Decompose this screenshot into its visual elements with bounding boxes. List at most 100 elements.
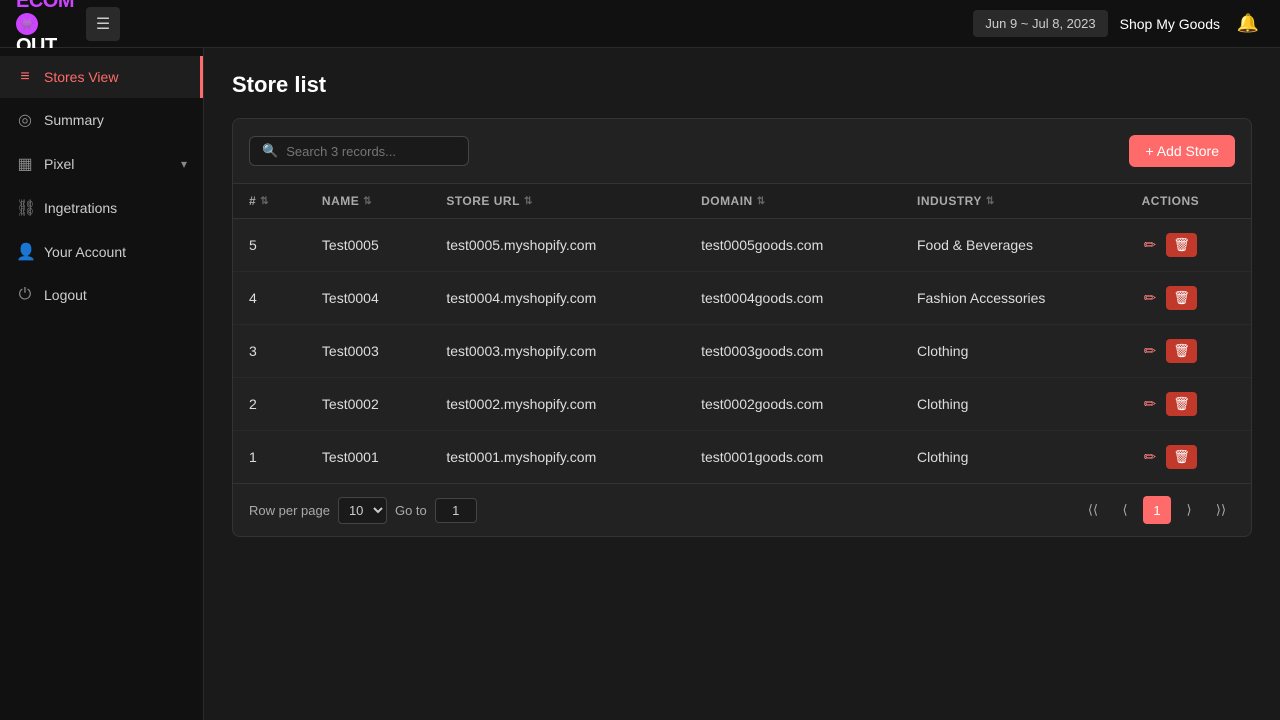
table-row: 5 Test0005 test0005.myshopify.com test00… (233, 219, 1251, 272)
chevron-down-icon: ▾ (181, 157, 187, 171)
pixel-icon: ▦ (16, 154, 34, 174)
pagination-row: Row per page 10 20 50 Go to ⟨⟨ ⟨ 1 ⟩ ⟩⟩ (233, 483, 1251, 536)
sidebar-item-ingetrations[interactable]: ⛓ Ingetrations (0, 186, 203, 230)
cell-actions: ✏ 🗑 (1126, 272, 1251, 325)
cell-store-url: test0005.myshopify.com (430, 219, 685, 272)
edit-button[interactable]: ✏ (1142, 393, 1159, 415)
cell-num: 5 (233, 219, 306, 272)
prev-page-button[interactable]: ⟨ (1111, 496, 1139, 524)
shop-name: Shop My Goods (1120, 16, 1220, 32)
cell-domain: test0002goods.com (685, 378, 901, 431)
cell-actions: ✏ 🗑 (1126, 378, 1251, 431)
col-header-num[interactable]: # ⇅ (233, 184, 306, 219)
next-page-button[interactable]: ⟩ (1175, 496, 1203, 524)
store-list-card: 🔍 + Add Store # ⇅ (232, 118, 1252, 537)
notification-bell-button[interactable]: 🔔 (1232, 8, 1264, 40)
logout-icon: ⏻ (16, 286, 34, 304)
col-header-store-url[interactable]: STORE URL ⇅ (430, 184, 685, 219)
sidebar: ≡ Stores View ◎ Summary ▦ Pixel ▾ ⛓ Inge… (0, 48, 204, 720)
your-account-icon: 👤 (16, 242, 34, 262)
topbar: ECOM👾OUT ☰ Jun 9 ~ Jul 8, 2023 Shop My G… (0, 0, 1280, 48)
sidebar-label-ingetrations: Ingetrations (44, 200, 187, 216)
search-box[interactable]: 🔍 (249, 136, 469, 166)
pagination-right: ⟨⟨ ⟨ 1 ⟩ ⟩⟩ (1079, 496, 1235, 524)
col-header-actions: ACTIONS (1126, 184, 1251, 219)
stores-table: # ⇅ NAME ⇅ STORE URL (233, 183, 1251, 483)
delete-button[interactable]: 🗑 (1166, 286, 1197, 310)
layout: ≡ Stores View ◎ Summary ▦ Pixel ▾ ⛓ Inge… (0, 48, 1280, 720)
table-row: 1 Test0001 test0001.myshopify.com test00… (233, 431, 1251, 484)
goto-label: Go to (395, 503, 427, 518)
logo-ecom: ECOM (16, 0, 74, 12)
cell-store-url: test0004.myshopify.com (430, 272, 685, 325)
cell-name: Test0003 (306, 325, 430, 378)
page-title: Store list (232, 72, 1252, 98)
ingetrations-icon: ⛓ (16, 198, 34, 218)
table-toolbar: 🔍 + Add Store (233, 119, 1251, 183)
edit-button[interactable]: ✏ (1142, 446, 1159, 468)
add-store-button[interactable]: + Add Store (1129, 135, 1235, 167)
sort-icon-num: ⇅ (260, 196, 269, 207)
stores-view-icon: ≡ (16, 68, 34, 86)
cell-num: 1 (233, 431, 306, 484)
pagination-left: Row per page 10 20 50 Go to (249, 497, 477, 524)
topbar-right: Jun 9 ~ Jul 8, 2023 Shop My Goods 🔔 (973, 8, 1264, 40)
sidebar-item-summary[interactable]: ◎ Summary (0, 98, 203, 142)
cell-name: Test0004 (306, 272, 430, 325)
edit-button[interactable]: ✏ (1142, 340, 1159, 362)
sidebar-item-logout[interactable]: ⏻ Logout (0, 274, 203, 316)
cell-store-url: test0003.myshopify.com (430, 325, 685, 378)
sort-icon-name: ⇅ (363, 196, 372, 207)
rows-per-page-select[interactable]: 10 20 50 (338, 497, 387, 524)
first-page-button[interactable]: ⟨⟨ (1079, 496, 1107, 524)
sort-icon-domain: ⇅ (757, 196, 766, 207)
last-page-button[interactable]: ⟩⟩ (1207, 496, 1235, 524)
menu-toggle-button[interactable]: ☰ (86, 7, 120, 41)
table-row: 3 Test0003 test0003.myshopify.com test00… (233, 325, 1251, 378)
cell-name: Test0002 (306, 378, 430, 431)
cell-store-url: test0002.myshopify.com (430, 378, 685, 431)
cell-domain: test0003goods.com (685, 325, 901, 378)
sidebar-item-your-account[interactable]: 👤 Your Account (0, 230, 203, 274)
cell-domain: test0001goods.com (685, 431, 901, 484)
search-input[interactable] (286, 144, 456, 159)
table-header-row: # ⇅ NAME ⇅ STORE URL (233, 184, 1251, 219)
edit-button[interactable]: ✏ (1142, 287, 1159, 309)
delete-button[interactable]: 🗑 (1166, 339, 1197, 363)
cell-industry: Clothing (901, 325, 1126, 378)
col-header-domain[interactable]: DOMAIN ⇅ (685, 184, 901, 219)
sidebar-label-your-account: Your Account (44, 244, 187, 260)
sidebar-label-pixel: Pixel (44, 156, 171, 172)
sidebar-label-summary: Summary (44, 112, 187, 128)
sidebar-label-logout: Logout (44, 287, 187, 303)
cell-industry: Clothing (901, 378, 1126, 431)
cell-num: 3 (233, 325, 306, 378)
cell-name: Test0005 (306, 219, 430, 272)
summary-icon: ◎ (16, 110, 34, 130)
cell-name: Test0001 (306, 431, 430, 484)
goto-input[interactable] (435, 498, 477, 523)
cell-actions: ✏ 🗑 (1126, 431, 1251, 484)
rows-per-page-label: Row per page (249, 503, 330, 518)
sidebar-item-pixel[interactable]: ▦ Pixel ▾ (0, 142, 203, 186)
cell-num: 4 (233, 272, 306, 325)
delete-button[interactable]: 🗑 (1166, 445, 1197, 469)
table-row: 4 Test0004 test0004.myshopify.com test00… (233, 272, 1251, 325)
col-header-name[interactable]: NAME ⇅ (306, 184, 430, 219)
cell-actions: ✏ 🗑 (1126, 219, 1251, 272)
sort-icon-industry: ⇅ (986, 196, 995, 207)
edit-button[interactable]: ✏ (1142, 234, 1159, 256)
cell-domain: test0004goods.com (685, 272, 901, 325)
delete-button[interactable]: 🗑 (1166, 392, 1197, 416)
cell-industry: Clothing (901, 431, 1126, 484)
sort-icon-store-url: ⇅ (524, 196, 533, 207)
cell-domain: test0005goods.com (685, 219, 901, 272)
page-1-button[interactable]: 1 (1143, 496, 1171, 524)
cell-num: 2 (233, 378, 306, 431)
cell-industry: Fashion Accessories (901, 272, 1126, 325)
date-range: Jun 9 ~ Jul 8, 2023 (973, 10, 1107, 37)
cell-store-url: test0001.myshopify.com (430, 431, 685, 484)
delete-button[interactable]: 🗑 (1166, 233, 1197, 257)
col-header-industry[interactable]: INDUSTRY ⇅ (901, 184, 1126, 219)
sidebar-item-stores-view[interactable]: ≡ Stores View (0, 56, 203, 98)
